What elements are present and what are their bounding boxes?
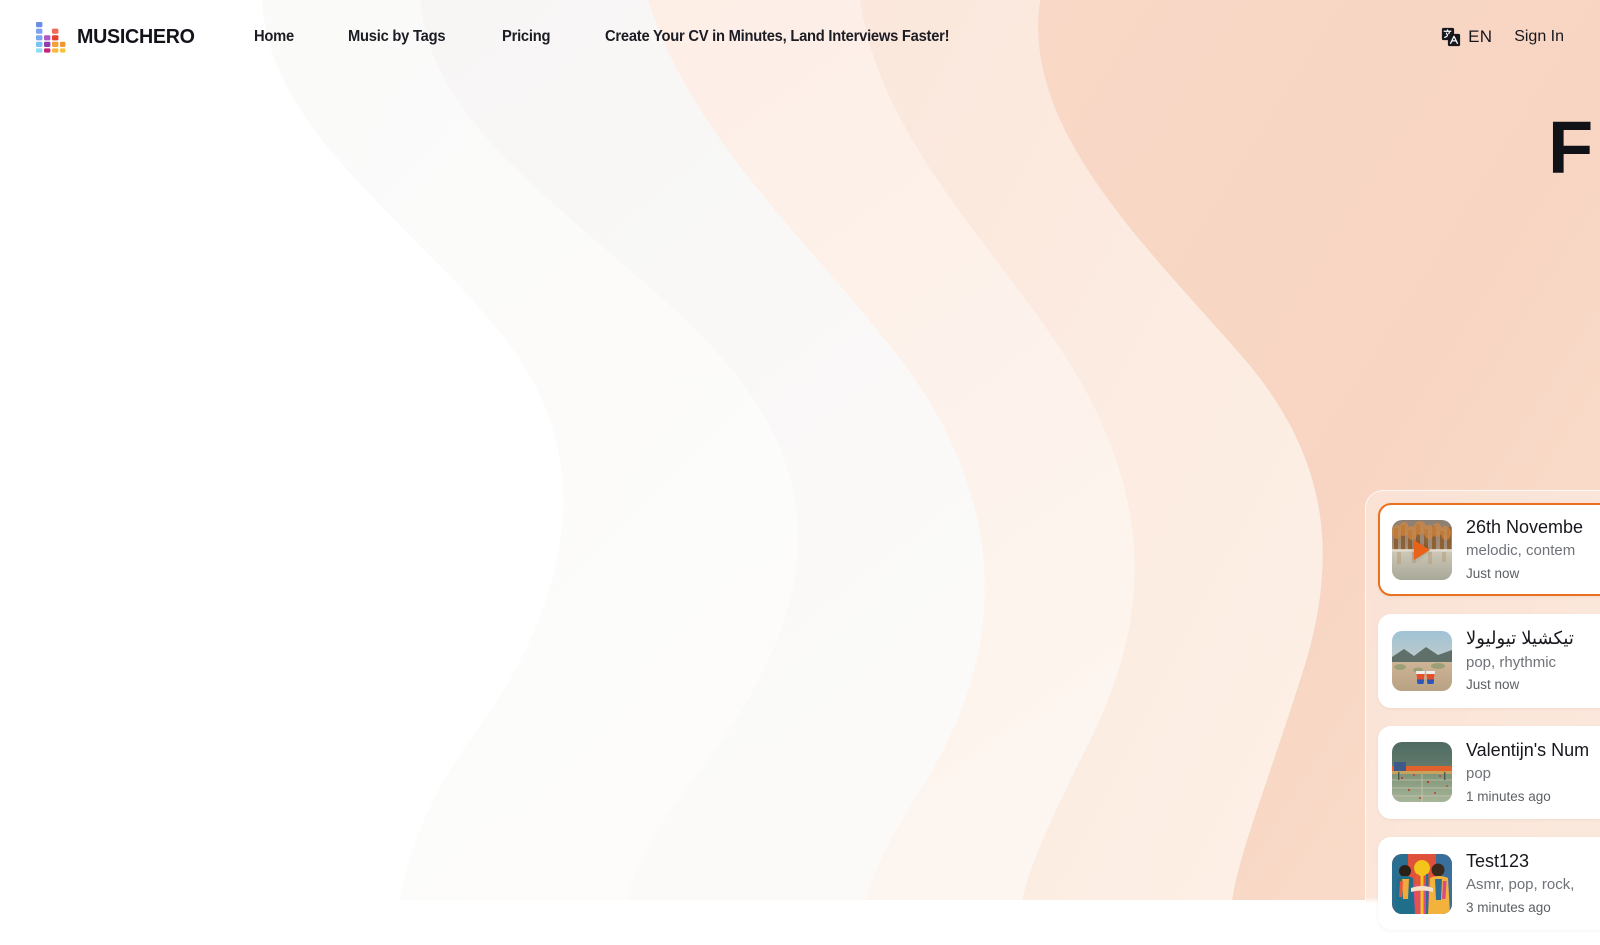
track-thumbnail[interactable] (1392, 519, 1452, 580)
site-header: MUSICHERO Home Music by Tags Pricing Cre… (0, 0, 1600, 74)
page-title: F (1548, 106, 1593, 189)
track-tags: pop, rhythmic (1466, 653, 1557, 671)
track-meta: تيكشيلا تيوليولا pop, rhythmic Just now (1466, 626, 1574, 695)
nav-link-music-by-tags[interactable]: Music by Tags (348, 28, 446, 46)
track-list-panel: 26th Novembe melodic, contem Just now تي… (1365, 490, 1600, 945)
track-artwork-tennis-court-sunset (1392, 742, 1452, 803)
track-list-item[interactable]: 26th Novembe melodic, contem Just now (1378, 503, 1600, 597)
play-icon[interactable] (1414, 539, 1430, 560)
equalizer-bars-logo-icon (36, 22, 66, 53)
track-meta: Test123 Asmr, pop, rock, 3 minutes ago (1466, 849, 1574, 918)
track-timestamp: 3 minutes ago (1466, 899, 1551, 915)
track-timestamp: 1 minutes ago (1466, 788, 1551, 804)
track-tags: melodic, contem (1466, 542, 1576, 560)
track-meta: Valentijn's Num pop 1 minutes ago (1466, 738, 1589, 807)
track-tags: Asmr, pop, rock, (1466, 876, 1575, 894)
language-code: EN (1468, 27, 1493, 46)
main-navigation: Home Music by Tags Pricing Create Your C… (254, 28, 968, 46)
track-meta: 26th Novembe melodic, contem Just now (1466, 515, 1583, 584)
track-title: Test123 (1466, 850, 1530, 871)
track-artwork-abstract-figures-sun (1392, 853, 1452, 914)
track-thumbnail[interactable] (1392, 630, 1452, 691)
track-timestamp: Just now (1466, 677, 1520, 693)
track-artwork-desert-cocktails (1392, 630, 1452, 691)
sign-in-link[interactable]: Sign In (1514, 28, 1564, 46)
track-title: Valentijn's Num (1466, 739, 1590, 760)
track-list-item[interactable]: تيكشيلا تيوليولا pop, rhythmic Just now (1378, 614, 1600, 708)
track-timestamp: Just now (1466, 566, 1520, 582)
background-waves (0, 0, 1600, 900)
language-switcher[interactable]: EN (1441, 27, 1492, 47)
nav-link-pricing[interactable]: Pricing (502, 28, 550, 46)
track-list-item[interactable]: Test123 Asmr, pop, rock, 3 minutes ago (1378, 836, 1600, 931)
brand-name: MUSICHERO (77, 25, 195, 48)
nav-link-home[interactable]: Home (254, 28, 294, 46)
translate-icon (1442, 27, 1461, 47)
track-list-item[interactable]: Valentijn's Num pop 1 minutes ago (1378, 725, 1600, 819)
track-tags: pop (1466, 764, 1492, 782)
track-title: 26th Novembe (1466, 517, 1584, 537)
track-thumbnail[interactable] (1392, 853, 1452, 914)
track-title: تيكشيلا تيوليولا (1466, 628, 1574, 649)
track-thumbnail[interactable] (1392, 742, 1452, 803)
brand-logo-link[interactable]: MUSICHERO (36, 21, 200, 53)
header-right-actions: EN Sign In (1441, 27, 1564, 47)
nav-link-cv-promo[interactable]: Create Your CV in Minutes, Land Intervie… (605, 28, 950, 46)
